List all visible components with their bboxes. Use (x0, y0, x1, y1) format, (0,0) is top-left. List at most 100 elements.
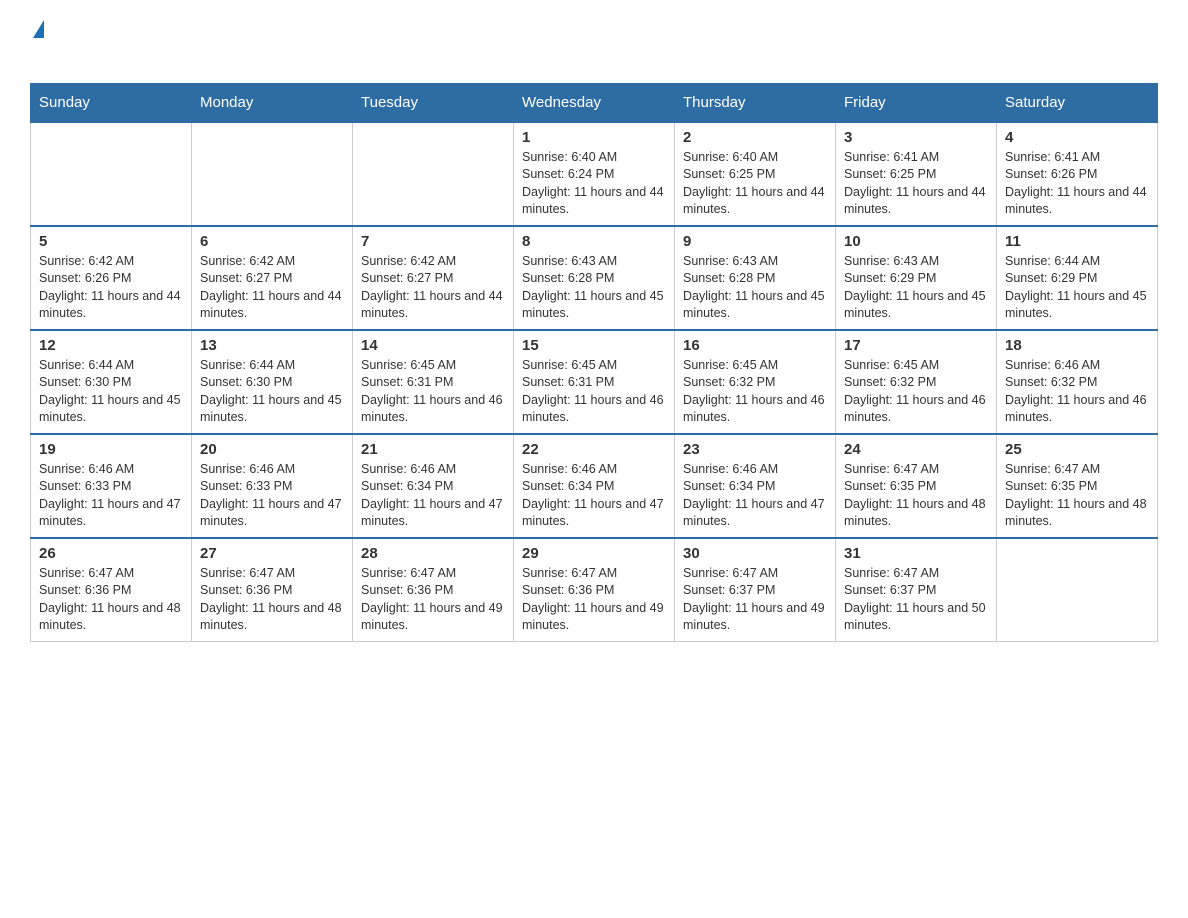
day-info: Sunrise: 6:42 AM Sunset: 6:27 PM Dayligh… (361, 253, 505, 323)
day-number: 21 (361, 441, 505, 458)
calendar-cell: 14 Sunrise: 6:45 AM Sunset: 6:31 PM Dayli… (353, 330, 514, 434)
day-number: 14 (361, 337, 505, 354)
day-info: Sunrise: 6:45 AM Sunset: 6:31 PM Dayligh… (361, 357, 505, 427)
calendar-cell: 16 Sunrise: 6:45 AM Sunset: 6:32 PM Dayli… (675, 330, 836, 434)
calendar-cell: 11 Sunrise: 6:44 AM Sunset: 6:29 PM Dayli… (997, 226, 1158, 330)
calendar-cell: 17Sunrise: 6:45 AM Sunset: 6:32 PM Dayli… (836, 330, 997, 434)
calendar-cell: 3 Sunrise: 6:41 AM Sunset: 6:25 PM Daylig… (836, 122, 997, 226)
calendar-cell: 23 Sunrise: 6:46 AM Sunset: 6:34 PM Dayli… (675, 434, 836, 538)
day-info: Sunrise: 6:46 AM Sunset: 6:34 PM Dayligh… (522, 461, 666, 531)
calendar-week-row: 12 Sunrise: 6:44 AM Sunset: 6:30 PM Dayli… (31, 330, 1158, 434)
day-info: Sunrise: 6:44 AM Sunset: 6:30 PM Dayligh… (39, 357, 183, 427)
calendar-week-row: 5 Sunrise: 6:42 AM Sunset: 6:26 PM Daylig… (31, 226, 1158, 330)
weekday-header: Thursday (675, 83, 836, 122)
calendar-cell: 13 Sunrise: 6:44 AM Sunset: 6:30 PM Dayli… (192, 330, 353, 434)
calendar-week-row: 1 Sunrise: 6:40 AM Sunset: 6:24 PM Daylig… (31, 122, 1158, 226)
day-info: Sunrise: 6:44 AM Sunset: 6:30 PM Dayligh… (200, 357, 344, 427)
day-number: 7 (361, 233, 505, 250)
day-number: 4 (1005, 129, 1149, 146)
calendar-cell: 24Sunrise: 6:47 AM Sunset: 6:35 PM Dayli… (836, 434, 997, 538)
day-number: 18 (1005, 337, 1149, 354)
day-number: 15 (522, 337, 666, 354)
page-header (30, 20, 1158, 73)
calendar-cell: 8 Sunrise: 6:43 AM Sunset: 6:28 PM Daylig… (514, 226, 675, 330)
logo (30, 20, 44, 73)
calendar-cell: 22 Sunrise: 6:46 AM Sunset: 6:34 PM Dayli… (514, 434, 675, 538)
day-number: 3 (844, 129, 988, 146)
weekday-header: Wednesday (514, 83, 675, 122)
day-number: 16 (683, 337, 827, 354)
calendar-cell: 15 Sunrise: 6:45 AM Sunset: 6:31 PM Dayli… (514, 330, 675, 434)
day-info: Sunrise: 6:46 AM Sunset: 6:34 PM Dayligh… (361, 461, 505, 531)
weekday-header: Tuesday (353, 83, 514, 122)
calendar-week-row: 26 Sunrise: 6:47 AM Sunset: 6:36 PM Dayli… (31, 538, 1158, 642)
day-info: Sunrise: 6:47 AM Sunset: 6:35 PM Dayligh… (844, 461, 988, 531)
calendar-cell: 18 Sunrise: 6:46 AM Sunset: 6:32 PM Dayli… (997, 330, 1158, 434)
day-info: Sunrise: 6:47 AM Sunset: 6:37 PM Dayligh… (683, 565, 827, 635)
day-info: Sunrise: 6:40 AM Sunset: 6:25 PM Dayligh… (683, 149, 827, 219)
day-number: 25 (1005, 441, 1149, 458)
day-number: 6 (200, 233, 344, 250)
day-number: 8 (522, 233, 666, 250)
day-info: Sunrise: 6:46 AM Sunset: 6:33 PM Dayligh… (200, 461, 344, 531)
day-number: 9 (683, 233, 827, 250)
calendar-cell: 1 Sunrise: 6:40 AM Sunset: 6:24 PM Daylig… (514, 122, 675, 226)
calendar-cell: 20 Sunrise: 6:46 AM Sunset: 6:33 PM Dayli… (192, 434, 353, 538)
day-number: 23 (683, 441, 827, 458)
day-info: Sunrise: 6:41 AM Sunset: 6:25 PM Dayligh… (844, 149, 988, 219)
day-info: Sunrise: 6:41 AM Sunset: 6:26 PM Dayligh… (1005, 149, 1149, 219)
day-info: Sunrise: 6:46 AM Sunset: 6:32 PM Dayligh… (1005, 357, 1149, 427)
calendar-cell: 6 Sunrise: 6:42 AM Sunset: 6:27 PM Daylig… (192, 226, 353, 330)
day-info: Sunrise: 6:45 AM Sunset: 6:32 PM Dayligh… (844, 357, 988, 427)
weekday-header: Saturday (997, 83, 1158, 122)
calendar-cell (997, 538, 1158, 642)
day-number: 13 (200, 337, 344, 354)
calendar-cell: 19Sunrise: 6:46 AM Sunset: 6:33 PM Dayli… (31, 434, 192, 538)
calendar-cell: 25 Sunrise: 6:47 AM Sunset: 6:35 PM Dayli… (997, 434, 1158, 538)
day-number: 2 (683, 129, 827, 146)
day-info: Sunrise: 6:43 AM Sunset: 6:29 PM Dayligh… (844, 253, 988, 323)
calendar-cell (31, 122, 192, 226)
day-info: Sunrise: 6:45 AM Sunset: 6:32 PM Dayligh… (683, 357, 827, 427)
day-number: 20 (200, 441, 344, 458)
day-number: 12 (39, 337, 183, 354)
day-info: Sunrise: 6:44 AM Sunset: 6:29 PM Dayligh… (1005, 253, 1149, 323)
day-info: Sunrise: 6:42 AM Sunset: 6:26 PM Dayligh… (39, 253, 183, 323)
day-number: 29 (522, 545, 666, 562)
day-info: Sunrise: 6:43 AM Sunset: 6:28 PM Dayligh… (522, 253, 666, 323)
day-number: 5 (39, 233, 183, 250)
calendar-cell: 21 Sunrise: 6:46 AM Sunset: 6:34 PM Dayli… (353, 434, 514, 538)
calendar-cell: 26 Sunrise: 6:47 AM Sunset: 6:36 PM Dayli… (31, 538, 192, 642)
day-number: 28 (361, 545, 505, 562)
day-info: Sunrise: 6:47 AM Sunset: 6:37 PM Dayligh… (844, 565, 988, 635)
day-number: 1 (522, 129, 666, 146)
day-number: 10 (844, 233, 988, 250)
day-info: Sunrise: 6:47 AM Sunset: 6:35 PM Dayligh… (1005, 461, 1149, 531)
day-info: Sunrise: 6:42 AM Sunset: 6:27 PM Dayligh… (200, 253, 344, 323)
day-info: Sunrise: 6:47 AM Sunset: 6:36 PM Dayligh… (522, 565, 666, 635)
day-info: Sunrise: 6:47 AM Sunset: 6:36 PM Dayligh… (39, 565, 183, 635)
calendar-cell: 29 Sunrise: 6:47 AM Sunset: 6:36 PM Dayli… (514, 538, 675, 642)
calendar-cell: 30 Sunrise: 6:47 AM Sunset: 6:37 PM Dayli… (675, 538, 836, 642)
calendar-cell: 2 Sunrise: 6:40 AM Sunset: 6:25 PM Daylig… (675, 122, 836, 226)
weekday-header: Friday (836, 83, 997, 122)
day-number: 30 (683, 545, 827, 562)
logo-triangle-icon (33, 20, 44, 38)
day-number: 11 (1005, 233, 1149, 250)
calendar-header-row: SundayMondayTuesdayWednesdayThursdayFrid… (31, 83, 1158, 122)
day-number: 27 (200, 545, 344, 562)
day-info: Sunrise: 6:45 AM Sunset: 6:31 PM Dayligh… (522, 357, 666, 427)
day-info: Sunrise: 6:46 AM Sunset: 6:34 PM Dayligh… (683, 461, 827, 531)
day-number: 22 (522, 441, 666, 458)
day-info: Sunrise: 6:47 AM Sunset: 6:36 PM Dayligh… (361, 565, 505, 635)
day-info: Sunrise: 6:40 AM Sunset: 6:24 PM Dayligh… (522, 149, 666, 219)
calendar-cell: 31Sunrise: 6:47 AM Sunset: 6:37 PM Dayli… (836, 538, 997, 642)
calendar-cell: 9Sunrise: 6:43 AM Sunset: 6:28 PM Daylig… (675, 226, 836, 330)
day-number: 26 (39, 545, 183, 562)
weekday-header: Monday (192, 83, 353, 122)
calendar-cell: 5 Sunrise: 6:42 AM Sunset: 6:26 PM Daylig… (31, 226, 192, 330)
calendar-week-row: 19Sunrise: 6:46 AM Sunset: 6:33 PM Dayli… (31, 434, 1158, 538)
calendar-table: SundayMondayTuesdayWednesdayThursdayFrid… (30, 83, 1158, 642)
calendar-cell: 4 Sunrise: 6:41 AM Sunset: 6:26 PM Daylig… (997, 122, 1158, 226)
day-info: Sunrise: 6:46 AM Sunset: 6:33 PM Dayligh… (39, 461, 183, 531)
